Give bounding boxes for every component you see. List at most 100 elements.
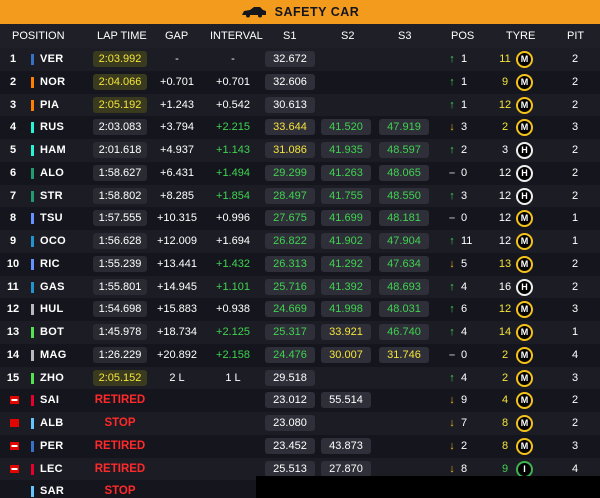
lap-time: 2:05.192: [93, 96, 147, 113]
table-row[interactable]: 5 HAM 2:01.618 +4.937 +1.143 31.086 41.935 48.5…: [0, 139, 600, 162]
interval-value: +0.996: [216, 212, 250, 225]
retired-flag-icon: [10, 396, 19, 405]
position-change: 2: [461, 144, 468, 156]
driver-code[interactable]: STR: [40, 185, 63, 208]
driver-code[interactable]: RIC: [40, 253, 60, 276]
table-row[interactable]: 2 NOR 2:04.066 +0.701 +0.701 32.606 ↑ 1 9 M 2: [0, 70, 600, 94]
table-row[interactable]: 9 OCO 1:56.628 +12.009 +1.694 26.822 41.902 47.…: [0, 230, 600, 253]
sector-s2-time: 30.007: [321, 346, 371, 363]
header-s3[interactable]: S3: [398, 30, 411, 42]
driver-code[interactable]: ALO: [40, 162, 64, 185]
sector-s1-time: 24.476: [265, 346, 315, 363]
sector-s2-time: 33.921: [321, 324, 371, 340]
position-number: 9: [9, 235, 17, 247]
pit-stops: 1: [571, 326, 579, 338]
header-pit[interactable]: PIT: [567, 30, 584, 42]
team-color-bar: [31, 236, 34, 247]
driver-code[interactable]: ZHO: [40, 367, 64, 390]
lap-time: 1:26.229: [93, 346, 147, 363]
position-change: 0: [461, 212, 468, 225]
retired-flag-icon: [10, 441, 19, 450]
header-lap-time[interactable]: LAP TIME: [97, 30, 147, 42]
header-gap[interactable]: GAP: [165, 30, 188, 42]
tyre-age: 2: [501, 121, 509, 134]
driver-code[interactable]: NOR: [40, 71, 65, 94]
tyre-compound-icon: H: [516, 142, 533, 159]
driver-code[interactable]: MAG: [40, 344, 67, 367]
position-number: 8: [9, 212, 17, 225]
driver-code[interactable]: HUL: [40, 298, 64, 321]
sector-s2-time: 27.870: [321, 460, 371, 477]
header-s1[interactable]: S1: [283, 30, 296, 42]
lap-time: 1:54.698: [93, 301, 147, 318]
driver-code[interactable]: VER: [40, 48, 64, 71]
table-row[interactable]: SAI RETIRED 23.012 55.514 ↓ 9 4 M 2: [0, 389, 600, 412]
table-row[interactable]: 10 RIC 1:55.239 +13.441 +1.432 26.313 41.292 47…: [0, 252, 600, 276]
table-row[interactable]: 4 RUS 2:03.083 +3.794 +2.215 33.644 41.520 47.9…: [0, 116, 600, 139]
driver-code[interactable]: PER: [40, 435, 64, 458]
driver-code[interactable]: TSU: [40, 207, 63, 230]
driver-code[interactable]: LEC: [40, 458, 63, 481]
tyre-compound-icon: M: [516, 210, 533, 228]
sector-s3-time: 48.693: [379, 278, 429, 295]
lap-time: 2:01.618: [93, 142, 147, 158]
position-number: 13: [6, 326, 20, 338]
sector-s1-time: 26.822: [265, 233, 315, 249]
lap-time: 1:55.801: [93, 278, 147, 295]
arrow-up-icon: ↑: [449, 303, 455, 316]
position-number: 12: [6, 303, 20, 316]
driver-code[interactable]: RUS: [40, 116, 64, 139]
table-row[interactable]: 14 MAG 1:26.229 +20.892 +2.158 24.476 30.007 31…: [0, 343, 600, 367]
table-row[interactable]: 15 ZHO 2:05.152 2 L 1 L 29.518 ↑ 4 2 M 3: [0, 366, 600, 390]
lap-time: 1:58.802: [93, 187, 147, 204]
gap-value: +12.009: [156, 235, 198, 247]
table-row[interactable]: 1 VER 2:03.992- -32.672 ↑ 1 11 M 2: [0, 48, 600, 71]
table-row[interactable]: 8 TSU 1:57.555 +10.315 +0.996 27.675 41.699 48.…: [0, 207, 600, 230]
arrow-down-icon: ↓: [449, 439, 455, 452]
sector-s2-time: 41.392: [321, 278, 371, 295]
interval-value: [205, 480, 261, 498]
header-tyre[interactable]: TYRE: [506, 30, 535, 42]
table-row[interactable]: ALB STOP 23.080 ↓ 7 8 M 2: [0, 412, 600, 435]
sector-s1-time: 29.518: [265, 369, 315, 386]
table-row[interactable]: 7 STR 1:58.802 +8.285 +1.854 28.497 41.755 48.5…: [0, 184, 600, 208]
header-position[interactable]: POSITION: [12, 30, 65, 42]
position-number: 3: [9, 98, 17, 111]
table-row[interactable]: 11 GAS 1:55.801 +14.945 +1.101 25.716 41.392 48…: [0, 275, 600, 299]
pit-stops: 4: [571, 348, 579, 361]
header-pos[interactable]: POS: [451, 30, 474, 42]
table-row[interactable]: PER RETIRED 23.452 43.873 ↓ 2 8 M 3: [0, 434, 600, 458]
position-number: 5: [9, 144, 17, 156]
team-color-bar: [31, 304, 34, 316]
team-color-bar: [31, 395, 34, 407]
driver-code[interactable]: OCO: [40, 230, 66, 253]
sector-s1-time: 32.606: [265, 73, 315, 90]
sector-s2-time: 41.292: [321, 255, 371, 272]
driver-code[interactable]: PIA: [40, 94, 59, 117]
header-interval[interactable]: INTERVAL: [210, 30, 263, 42]
sector-s3-time: 46.740: [379, 324, 429, 340]
driver-code[interactable]: BOT: [40, 321, 64, 344]
team-color-bar: [31, 76, 34, 88]
driver-code[interactable]: SAR: [40, 480, 64, 498]
position-number: 15: [6, 371, 20, 384]
header-s2[interactable]: S2: [341, 30, 354, 42]
table-row[interactable]: 12 HUL 1:54.698 +15.883 +0.938 24.669 41.998 48…: [0, 298, 600, 321]
sector-s1-time: 23.080: [265, 415, 315, 431]
pit-stops: 2: [571, 53, 579, 65]
sector-s1-time: 23.012: [265, 392, 315, 409]
driver-code[interactable]: SAI: [40, 389, 59, 412]
table-row[interactable]: 13 BOT 1:45.978 +18.734 +2.125 25.317 33.921 46…: [0, 321, 600, 344]
lap-time: 1:55.239: [93, 255, 147, 272]
position-change: 0: [461, 348, 468, 361]
team-color-bar: [31, 258, 34, 270]
team-color-bar: [31, 213, 34, 225]
driver-code[interactable]: ALB: [40, 412, 64, 435]
driver-code[interactable]: HAM: [40, 139, 66, 162]
interval-value: +0.701: [216, 75, 250, 88]
driver-code[interactable]: GAS: [40, 276, 65, 299]
pit-stops: 1: [571, 235, 579, 247]
table-row[interactable]: 6 ALO 1:58.627 +6.431 +1.494 29.299 41.263 48.0…: [0, 161, 600, 185]
driver-status: RETIRED: [94, 462, 146, 475]
table-row[interactable]: 3 PIA 2:05.192 +1.243 +0.542 30.613 ↑ 1 12 M 2: [0, 93, 600, 117]
